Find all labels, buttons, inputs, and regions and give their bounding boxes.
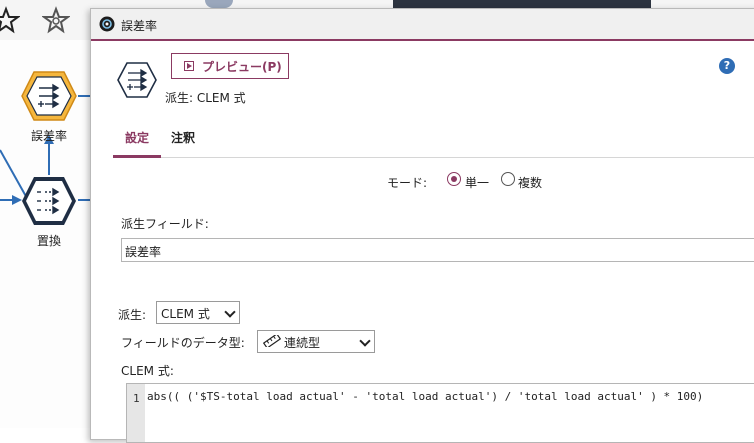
data-type-select[interactable]: 連続型 (257, 330, 375, 353)
derive-field-input[interactable]: 誤差率 (121, 238, 754, 262)
derive-field-label: 派生フィールド: (121, 217, 209, 231)
clem-expression-editor[interactable]: 1 abs(( ('$TS-total load actual' - 'tota… (126, 383, 754, 443)
derive-as-label: 派生: (118, 308, 147, 322)
clem-expression-label: CLEM 式: (121, 364, 174, 378)
mode-multiple-label[interactable]: 複数 (518, 174, 542, 191)
play-icon (184, 61, 194, 71)
derive-as-select[interactable]: CLEM 式 (156, 301, 240, 324)
stream-node-filler-label: 置換 (36, 234, 61, 248)
mode-label: モード: (387, 176, 428, 190)
line-number-gutter: 1 (127, 384, 145, 442)
stream-node-derive-label: 誤差率 (30, 129, 67, 143)
derive-node-icon (117, 62, 157, 98)
star-icon[interactable] (0, 6, 20, 34)
chevron-down-icon (359, 335, 371, 347)
stream-node-derive[interactable] (20, 70, 78, 125)
data-type-label: フィールドのデータ型: (121, 336, 245, 350)
mode-single-label[interactable]: 単一 (465, 174, 489, 191)
preview-button-label: プレビュー(P) (202, 59, 282, 74)
line-number: 1 (133, 392, 140, 405)
app-logo-icon (99, 16, 115, 32)
stream-node-filler[interactable] (20, 175, 78, 230)
dialog-titlebar[interactable]: 誤差率 (91, 9, 754, 41)
node-type-subtitle: 派生: CLEM 式 (165, 91, 246, 105)
active-tab-indicator (113, 155, 161, 158)
chevron-down-icon (224, 306, 236, 318)
toolbar-shape (205, 0, 233, 8)
tab-settings[interactable]: 設定 (125, 129, 149, 146)
tab-bar: 設定 注釈 (113, 117, 754, 158)
derive-node-icon (21, 71, 77, 121)
filler-node-icon (22, 177, 76, 225)
derive-dialog: 誤差率 プレビュー(P) ? 派生: CLEM 式 設定 注釈 モード: 単一 … (90, 8, 754, 443)
mode-multiple-radio[interactable] (501, 172, 515, 186)
tab-notes[interactable]: 注釈 (171, 129, 195, 146)
help-icon[interactable]: ? (719, 58, 735, 74)
clem-expression-text[interactable]: abs(( ('$TS-total load actual' - 'total … (147, 390, 703, 403)
mode-single-radio[interactable] (447, 172, 461, 186)
ruler-icon (263, 335, 281, 347)
dialog-title: 誤差率 (121, 19, 158, 33)
star-gear-icon[interactable] (42, 6, 70, 34)
preview-button[interactable]: プレビュー(P) (171, 53, 289, 79)
derive-as-value: CLEM 式 (161, 307, 210, 321)
data-type-value: 連続型 (284, 336, 321, 350)
